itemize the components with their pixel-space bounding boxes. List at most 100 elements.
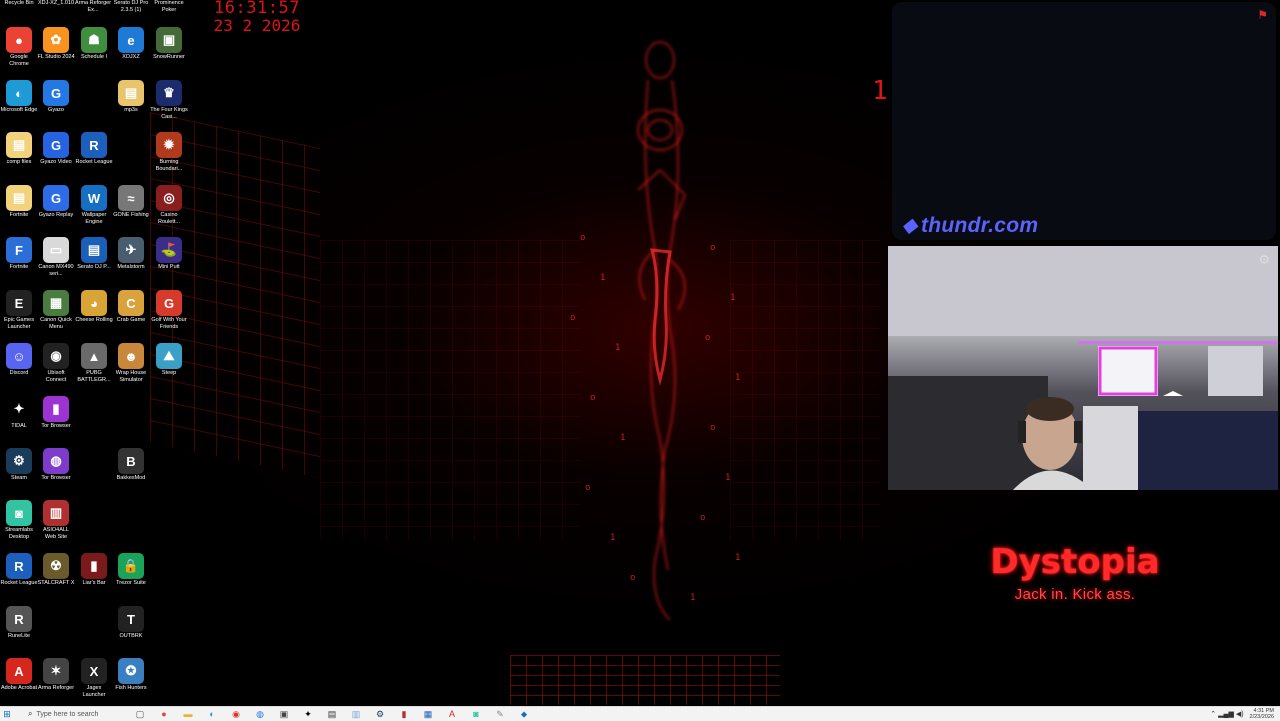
- red-glyph: 1: [872, 76, 888, 106]
- desktop-icon-burning-boundari[interactable]: ✹ Burning Boundari...: [150, 132, 188, 173]
- desktop-icon-gone-fishing[interactable]: ≈ GONE Fishing: [112, 185, 150, 219]
- volume-icon[interactable]: ◀): [1236, 710, 1244, 718]
- desktop-icon-fortnite[interactable]: ▤ Fortnite: [0, 185, 38, 219]
- desktop-icon-gyazo[interactable]: G Gyazo: [37, 80, 75, 114]
- desktop-icon-label: Tor Browser: [41, 475, 71, 481]
- trezor-suite-icon: 🔒: [118, 553, 144, 579]
- taskbar-tidal-icon[interactable]: ✦: [296, 707, 320, 721]
- desktop-icon-crab-game[interactable]: C Crab Game: [112, 290, 150, 324]
- bakkesmod-icon: B: [118, 448, 144, 474]
- webcam-settings-icon[interactable]: ⚙: [1258, 252, 1270, 268]
- desktop-icon-stalcraft-x[interactable]: ☢ STALCRAFT X: [37, 553, 75, 587]
- tor-browser-icon: ▮: [43, 396, 69, 422]
- desktop-icon-tor-browser[interactable]: ◍ Tor Browser: [37, 448, 75, 482]
- icon-label-serato-pro[interactable]: Serato DJ Pro 2.3.5 (1): [112, 0, 150, 14]
- wallpaper-engine-icon: W: [81, 185, 107, 211]
- icon-label-xdj[interactable]: XDJ-XZ_1.010: [37, 0, 75, 7]
- taskbar-folder-icon[interactable]: ▦: [416, 707, 440, 721]
- desktop-icon-comp-files[interactable]: ▤ comp files: [0, 132, 38, 166]
- desktop-icon-fl-studio-2024[interactable]: ✿ FL Studio 2024: [37, 27, 75, 61]
- desktop-icon-golf-with-your-friends[interactable]: G Golf With Your Friends: [150, 290, 188, 331]
- taskbar-files-icon[interactable]: ▬: [176, 707, 200, 721]
- desktop-icon-jagex-launcher[interactable]: X Jagex Launcher: [75, 658, 113, 699]
- desktop-icon-steam[interactable]: ⚙ Steam: [0, 448, 38, 482]
- desktop-icon-metalstorm[interactable]: ✈ Metalstorm: [112, 237, 150, 271]
- xdjxz-icon: e: [118, 27, 144, 53]
- desktop-icon-label: SnowRunner: [153, 54, 185, 60]
- gyazo-icon: G: [43, 80, 69, 106]
- desktop-icon-snowrunner[interactable]: ▣ SnowRunner: [150, 27, 188, 61]
- tray-chevron-icon[interactable]: ⌃: [1210, 710, 1216, 718]
- taskbar-app-icon[interactable]: ▣: [272, 707, 296, 721]
- desktop-icon-label: Liar's Bar: [82, 580, 106, 586]
- task-view-icon[interactable]: ▢: [128, 707, 152, 721]
- gyazo-replay-icon: G: [43, 185, 69, 211]
- taskbar-chrome-alt-icon[interactable]: ◉: [224, 707, 248, 721]
- taskbar-explorer-icon[interactable]: ▥: [344, 707, 368, 721]
- desktop-icon-label: Rocket League: [0, 580, 38, 586]
- network-icon[interactable]: ▂▄▆: [1218, 710, 1234, 718]
- desktop-icon-epic-games-launcher[interactable]: E Epic Games Launcher: [0, 290, 38, 331]
- icon-label-prominence[interactable]: Prominence Poker: [150, 0, 188, 14]
- report-flag-icon[interactable]: ⚑: [1257, 8, 1268, 22]
- desktop-icon-serato-dj-p[interactable]: ▤ Serato DJ P...: [75, 237, 113, 271]
- desktop-icon-mp3s[interactable]: ▤ mp3s: [112, 80, 150, 114]
- taskbar-acrobat-icon[interactable]: ▮: [392, 707, 416, 721]
- comp-files-icon: ▤: [6, 132, 32, 158]
- rocket-league-icon: R: [81, 132, 107, 158]
- desktop-icon-gyazo-replay[interactable]: G Gyazo Replay: [37, 185, 75, 219]
- desktop-icon-wallpaper-engine[interactable]: W Wallpaper Engine: [75, 185, 113, 226]
- icon-label-arma-ex[interactable]: Arma Reforger Ex...: [74, 0, 112, 14]
- desktop-icon-adobe-acrobat[interactable]: A Adobe Acrobat: [0, 658, 38, 692]
- taskbar-gyazo-icon[interactable]: ◍: [248, 707, 272, 721]
- icon-label-recycle-bin[interactable]: Recycle Bin: [0, 0, 38, 7]
- taskbar-terminal-icon[interactable]: ▤: [320, 707, 344, 721]
- taskbar-chrome-icon[interactable]: ●: [152, 707, 176, 721]
- desktop-icon-pubg-battlegr[interactable]: ▲ PUBG BATTLEGR...: [75, 343, 113, 384]
- desktop-icon-fish-hunters[interactable]: ✪ Fish Hunters: [112, 658, 150, 692]
- desktop-icon-liar-s-bar[interactable]: ▮ Liar's Bar: [75, 553, 113, 587]
- taskbar-search-box[interactable]: ⌕ Type here to search: [28, 708, 128, 720]
- tray-clock[interactable]: 4:31 PM 2/23/2026: [1250, 708, 1274, 720]
- desktop-icon-canon-quick-menu[interactable]: ▦ Canon Quick Menu: [37, 290, 75, 331]
- desktop-icon-mini-putt[interactable]: ⛳ Mini Putt: [150, 237, 188, 271]
- taskbar-pdf-icon[interactable]: A: [440, 707, 464, 721]
- desktop-icon-the-four-kings-casi[interactable]: ♛ The Four Kings Casi...: [150, 80, 188, 121]
- desktop-icon-label: Steep: [161, 370, 177, 376]
- outbrk-icon: T: [118, 606, 144, 632]
- taskbar-edge-icon[interactable]: ◐: [200, 707, 224, 721]
- taskbar-tool-icon[interactable]: ✎: [488, 707, 512, 721]
- desktop-icon-steep[interactable]: ⛰ Steep: [150, 343, 188, 377]
- desktop-icon-tor-browser[interactable]: ▮ Tor Browser: [37, 396, 75, 430]
- taskbar-wallpaper-icon[interactable]: ⬥: [512, 707, 536, 721]
- desktop-icon-tidal[interactable]: ✦ TIDAL: [0, 396, 38, 430]
- desktop-icon-bakkesmod[interactable]: B BakkesMod: [112, 448, 150, 482]
- desktop-icon-rocket-league[interactable]: R Rocket League: [75, 132, 113, 166]
- desktop-icon-streamlabs-desktop[interactable]: ◙ Streamlabs Desktop: [0, 500, 38, 541]
- start-button[interactable]: ⊞: [0, 707, 14, 721]
- clock-date: 23 2 2026: [213, 16, 301, 35]
- desktop-icon-schedule-i[interactable]: ☗ Schedule I: [75, 27, 113, 61]
- taskbar-streamlabs-icon[interactable]: ◙: [464, 707, 488, 721]
- desktop-icon-trezor-suite[interactable]: 🔒 Trezor Suite: [112, 553, 150, 587]
- thundr-logo: ⬥ thundr.com: [902, 214, 1038, 238]
- desktop-icon-discord[interactable]: ☺ Discord: [0, 343, 38, 377]
- desktop-icon-canon-mx490-seri[interactable]: ▭ Canon MX490 seri...: [37, 237, 75, 278]
- desktop-icon-label: Epic Games Launcher: [4, 317, 34, 330]
- desktop-icon-casino-roulett[interactable]: ◎ Casino Roulett...: [150, 185, 188, 226]
- desktop-icon-label: Fortnite: [9, 264, 29, 270]
- taskbar-steam-icon[interactable]: ⚙: [368, 707, 392, 721]
- desktop-icon-arma-reforger[interactable]: ✶ Arma Reforger: [37, 658, 75, 692]
- desktop-icon-outbrk[interactable]: T OUTBRK: [112, 606, 150, 640]
- desktop-icon-xdjxz[interactable]: e XDJXZ: [112, 27, 150, 61]
- desktop-icon-google-chrome[interactable]: ● Google Chrome: [0, 27, 38, 68]
- desktop-icon-rocket-league[interactable]: R Rocket League: [0, 553, 38, 587]
- desktop-icon-fortnite[interactable]: F Fortnite: [0, 237, 38, 271]
- desktop-icon-runelite[interactable]: R RuneLite: [0, 606, 38, 640]
- desktop-icon-microsoft-edge[interactable]: ◐ Microsoft Edge: [0, 80, 38, 114]
- desktop-icon-cheese-rolling[interactable]: ◕ Cheese Rolling: [75, 290, 113, 324]
- desktop-icon-asio4all-web-site[interactable]: ▥ ASIO4ALL Web Site: [37, 500, 75, 541]
- desktop-icon-ubisoft-connect[interactable]: ◉ Ubisoft Connect: [37, 343, 75, 384]
- desktop-icon-wrap-house-simulator[interactable]: ☻ Wrap House Simulator: [112, 343, 150, 384]
- desktop-icon-gyazo-video[interactable]: G Gyazo Video: [37, 132, 75, 166]
